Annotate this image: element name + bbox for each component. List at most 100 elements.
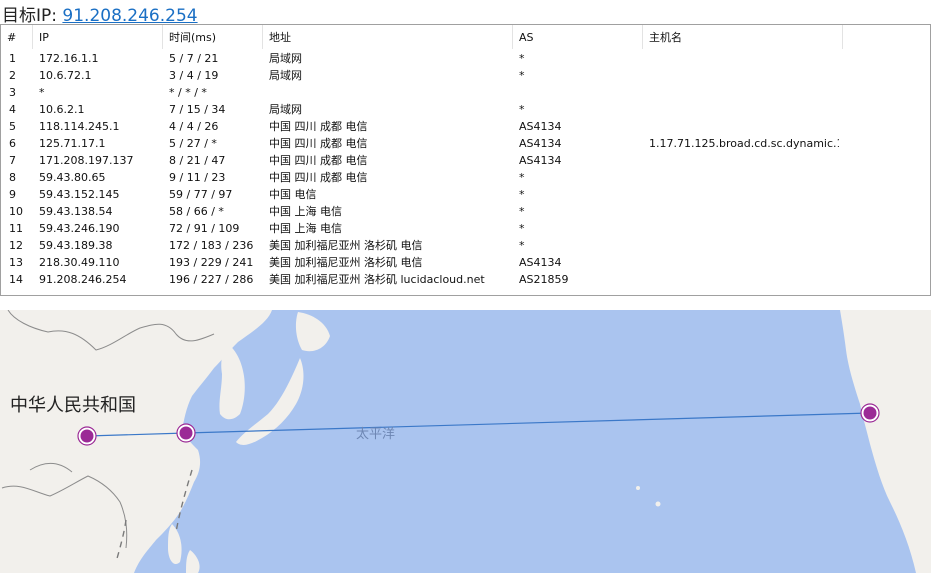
cell-as: * <box>519 69 525 82</box>
cell-addr: 美国 加利福尼亚州 洛杉矶 lucidacloud.net <box>269 273 485 286</box>
route-map[interactable]: 中华人民共和国 太平洋 <box>0 310 931 573</box>
table-row[interactable]: 3 * * / * / * <box>1 84 930 101</box>
cell-addr: 局域网 <box>269 69 302 82</box>
map-canvas: 中华人民共和国 太平洋 <box>0 310 931 573</box>
table-row[interactable]: 11 59.43.246.190 72 / 91 / 109 中国 上海 电信 * <box>1 220 930 237</box>
target-ip-link[interactable]: 91.208.246.254 <box>62 6 197 26</box>
hokkaido-island <box>295 312 330 352</box>
cell-addr: 中国 电信 <box>269 188 317 201</box>
cell-ip: 10.6.72.1 <box>39 69 92 82</box>
hop-marker-chengdu <box>77 426 97 446</box>
cell-host: 1.17.71.125.broad.cd.sc.dynamic.1... <box>649 137 839 150</box>
table-row[interactable]: 5 118.114.245.1 4 / 4 / 26 中国 四川 成都 电信 AS413… <box>1 118 930 135</box>
hop-marker-shanghai <box>176 423 196 443</box>
route-segment <box>185 412 871 434</box>
cell-as: AS4134 <box>519 154 562 167</box>
table-row[interactable]: 14 91.208.246.254 196 / 227 / 286 美国 加利福尼亚州… <box>1 271 930 288</box>
cell-time: 7 / 15 / 34 <box>169 103 226 116</box>
korea-peninsula <box>219 344 245 420</box>
cell-as: * <box>519 239 525 252</box>
col-header-index[interactable]: # <box>1 25 33 49</box>
table-row[interactable]: 8 59.43.80.65 9 / 11 / 23 中国 四川 成都 电信 * <box>1 169 930 186</box>
cell-ip: 218.30.49.110 <box>39 256 120 269</box>
cell-ip: 125.71.17.1 <box>39 137 106 150</box>
cell-ip: 59.43.246.190 <box>39 222 120 235</box>
cell-addr: 局域网 <box>269 52 302 65</box>
cell-n: 9 <box>9 188 16 201</box>
table-row[interactable]: 7 171.208.197.137 8 / 21 / 47 中国 四川 成都 电信 AS… <box>1 152 930 169</box>
table-row[interactable]: 13 218.30.49.110 193 / 229 / 241 美国 加利福尼亚州 … <box>1 254 930 271</box>
cell-ip: 59.43.189.38 <box>39 239 113 252</box>
target-ip-caption: 目标IP: <box>2 6 63 26</box>
cell-ip: 172.16.1.1 <box>39 52 99 65</box>
cell-addr: 美国 加利福尼亚州 洛杉矶 电信 <box>269 239 423 252</box>
cell-ip: 59.43.138.54 <box>39 205 113 218</box>
cell-time: 196 / 227 / 286 <box>169 273 254 286</box>
cell-n: 13 <box>9 256 23 269</box>
col-header-hostname[interactable]: 主机名 <box>643 25 843 49</box>
cell-ip: 59.43.80.65 <box>39 171 106 184</box>
cell-time: 59 / 77 / 97 <box>169 188 233 201</box>
cell-time: 5 / 27 / * <box>169 137 217 150</box>
title-bar: 目标IP: 91.208.246.254 <box>0 0 931 26</box>
cell-ip: 118.114.245.1 <box>39 120 120 133</box>
cell-addr: 中国 四川 成都 电信 <box>269 120 368 133</box>
table-row[interactable]: 4 10.6.2.1 7 / 15 / 34 局域网 * <box>1 101 930 118</box>
pacific-islet <box>655 501 661 507</box>
table-row[interactable]: 9 59.43.152.145 59 / 77 / 97 中国 电信 * <box>1 186 930 203</box>
table-row[interactable]: 2 10.6.72.1 3 / 4 / 19 局域网 * <box>1 67 930 84</box>
cell-addr: 美国 加利福尼亚州 洛杉矶 电信 <box>269 256 423 269</box>
col-header-address[interactable]: 地址 <box>263 25 513 49</box>
col-header-time[interactable]: 时间(ms) <box>163 25 263 49</box>
cell-ip: 91.208.246.254 <box>39 273 127 286</box>
col-header-as[interactable]: AS <box>513 25 643 49</box>
cell-time: 72 / 91 / 109 <box>169 222 240 235</box>
cell-addr: 局域网 <box>269 103 302 116</box>
cell-n: 2 <box>9 69 16 82</box>
hop-marker-los-angeles <box>860 403 880 423</box>
cell-n: 12 <box>9 239 23 252</box>
philippines-islands <box>168 524 182 565</box>
cell-n: 8 <box>9 171 16 184</box>
cell-as: * <box>519 205 525 218</box>
cell-addr: 中国 四川 成都 电信 <box>269 137 368 150</box>
cell-n: 7 <box>9 154 16 167</box>
ocean-label: 太平洋 <box>356 427 395 442</box>
cell-as: AS4134 <box>519 137 562 150</box>
cell-as: * <box>519 103 525 116</box>
cell-addr: 中国 四川 成都 电信 <box>269 154 368 167</box>
pacific-islet <box>636 486 640 490</box>
col-header-ip[interactable]: IP <box>33 25 163 49</box>
traceroute-table: # IP 时间(ms) 地址 AS 主机名 1 172.16.1.1 5 / 7 /… <box>0 24 931 296</box>
target-ip-label: 目标IP: 91.208.246.254 <box>2 1 198 26</box>
table-row[interactable]: 6 125.71.17.1 5 / 27 / * 中国 四川 成都 电信 AS4134 1… <box>1 135 930 152</box>
cell-time: 3 / 4 / 19 <box>169 69 219 82</box>
cell-time: 172 / 183 / 236 <box>169 239 254 252</box>
cell-as: * <box>519 171 525 184</box>
cell-n: 5 <box>9 120 16 133</box>
cell-n: 10 <box>9 205 23 218</box>
cell-n: 3 <box>9 86 16 99</box>
cell-ip: 10.6.2.1 <box>39 103 85 116</box>
cell-n: 4 <box>9 103 16 116</box>
table-row[interactable]: 12 59.43.189.38 172 / 183 / 236 美国 加利福尼亚州 洛… <box>1 237 930 254</box>
cell-as: * <box>519 188 525 201</box>
table-row[interactable]: 10 59.43.138.54 58 / 66 / * 中国 上海 电信 * <box>1 203 930 220</box>
cell-n: 6 <box>9 137 16 150</box>
cell-ip: 171.208.197.137 <box>39 154 134 167</box>
table-row[interactable]: 1 172.16.1.1 5 / 7 / 21 局域网 * <box>1 50 930 67</box>
cell-as: AS21859 <box>519 273 569 286</box>
cell-as: * <box>519 52 525 65</box>
cell-ip: * <box>39 86 45 99</box>
table-header: # IP 时间(ms) 地址 AS 主机名 <box>1 25 930 49</box>
cell-time: 5 / 7 / 21 <box>169 52 219 65</box>
country-label: 中华人民共和国 <box>10 395 136 416</box>
cell-ip: 59.43.152.145 <box>39 188 120 201</box>
cell-time: 4 / 4 / 26 <box>169 120 219 133</box>
honshu-island <box>236 358 304 445</box>
cell-n: 14 <box>9 273 23 286</box>
cell-addr: 中国 上海 电信 <box>269 222 342 235</box>
cell-n: 11 <box>9 222 23 235</box>
cell-time: 9 / 11 / 23 <box>169 171 226 184</box>
cell-addr: 中国 四川 成都 电信 <box>269 171 368 184</box>
